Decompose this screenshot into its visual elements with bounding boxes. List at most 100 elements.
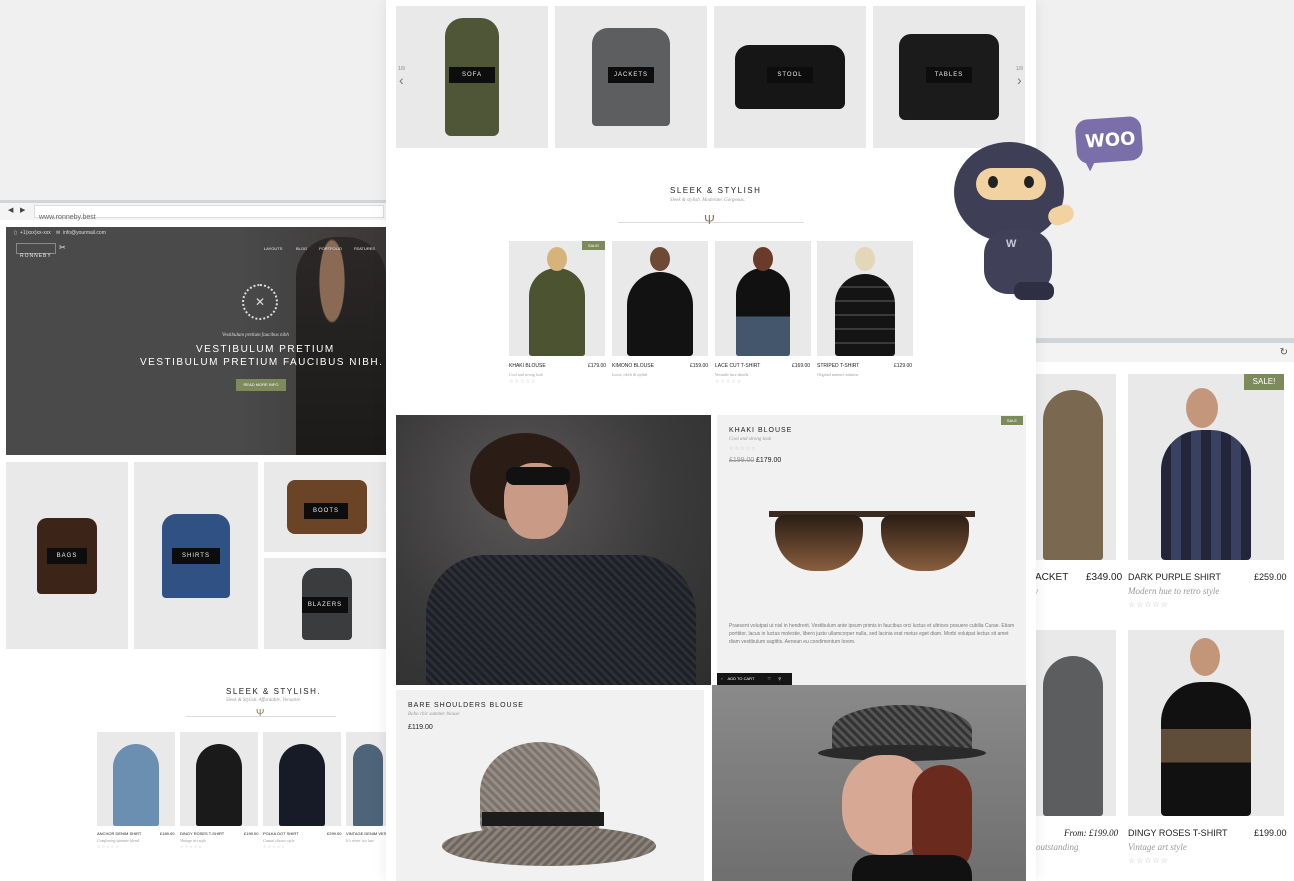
model-photo-hat (712, 685, 1026, 881)
featured-old-price: £199.00 (729, 457, 755, 464)
woo-speech-bubble: WOO (1074, 115, 1144, 172)
carousel-label[interactable]: STOOL (767, 67, 813, 83)
category-label[interactable]: SHIRTS (172, 548, 220, 564)
url-field[interactable]: www.ronneby.best (34, 205, 384, 221)
category-label[interactable]: BOOTS (304, 503, 348, 519)
category-label[interactable]: BLAZERS (302, 597, 348, 613)
product-desc: Boho chic summer blouse (408, 712, 460, 717)
product-price: £199.00 (1254, 828, 1287, 838)
email-text: info@yourmail.com (63, 230, 106, 236)
product-image-polka-dot[interactable] (263, 732, 341, 826)
rating-stars: ☆☆☆☆☆ (729, 446, 757, 452)
carousel-label[interactable]: JACKETS (608, 67, 654, 83)
product-price: £349.00 (1086, 572, 1123, 583)
left-browser-address-bar: ◀ ▶ www.ronneby.best (0, 200, 390, 221)
rating-stars: ☆☆☆☆☆ (715, 379, 743, 385)
product-image-khaki-blouse[interactable] (509, 241, 605, 356)
product-price: £199.00 (244, 831, 259, 836)
hero-section: ▯ +1(xxx)xx-xxx ✉ info@yourmail.com RONN… (6, 227, 390, 455)
right-browser-address-bar: ↻ (1030, 338, 1294, 362)
product-price: £299.00 (327, 831, 342, 836)
featured-desc: Cool and strong look (729, 437, 772, 442)
product-price: £179.00 (588, 363, 607, 369)
hero-line-2: VESTIBULUM PRETIUM FAUCIBUS NIBH. (140, 357, 384, 368)
featured-name[interactable]: KHAKI BLOUSE (729, 427, 792, 434)
nav-item-blog[interactable]: BLOG (296, 246, 307, 251)
product-price: £259.00 (1254, 572, 1287, 582)
left-browser-window: ◀ ▶ www.ronneby.best ▯ +1(xxx)xx-xxx ✉ i… (0, 200, 390, 881)
phone-icon: ▯ (14, 230, 17, 236)
carousel-label[interactable]: SOFA (449, 67, 495, 83)
deer-icon: Ψ (704, 212, 715, 227)
rating-stars: ☆☆☆☆☆ (263, 844, 286, 849)
product-desc: Cool and strong look (509, 372, 543, 377)
product-image-dingy-roses[interactable] (180, 732, 258, 826)
carousel-prev-icon[interactable]: ‹ (399, 72, 404, 88)
product-desc: Vintage art style (180, 838, 207, 843)
category-label[interactable]: BAGS (47, 548, 87, 564)
product-image-kimono-blouse[interactable] (612, 241, 708, 356)
phone-number: +1(xxx)xx-xxx (20, 230, 51, 236)
product-name[interactable]: KHAKI BLOUSE (509, 363, 546, 369)
product-name[interactable]: LACE CUT T-SHIRT (715, 363, 760, 369)
product-image-jacket[interactable] (1030, 374, 1116, 560)
nav-item-features[interactable]: FEATURES (354, 246, 375, 251)
product-image-vintage-vest[interactable] (346, 732, 390, 826)
mail-icon: ✉ (56, 230, 61, 236)
section-title: SLEEK & STYLISH. (226, 687, 322, 696)
product-desc: Vintage art style (1128, 842, 1187, 852)
featured-body: Praesent volutpat ut nisl in hendrerit. … (729, 623, 1015, 645)
reload-icon[interactable]: ↻ (1280, 347, 1288, 358)
deer-icon: Ψ (256, 708, 265, 719)
product-image-lace-cut-tshirt[interactable] (715, 241, 811, 356)
product-image-anchor-denim[interactable] (97, 732, 175, 826)
heart-icon[interactable]: ♡ (768, 676, 772, 681)
product-name[interactable]: STRIPED T-SHIRT (817, 363, 859, 369)
sale-badge: SALE! (582, 241, 605, 250)
product-price: £169.00 (792, 363, 811, 369)
forward-icon[interactable]: ▶ (20, 206, 25, 214)
nav-item-layouts[interactable]: LAYOUTS (264, 246, 282, 251)
site-logo[interactable]: RONNEBY (16, 243, 56, 259)
product-name[interactable]: DINGY ROSES T-SHIRT (1128, 828, 1228, 838)
product-name[interactable]: KIMONO BLOUSE (612, 363, 654, 369)
rating-stars: ☆☆☆☆☆ (1128, 600, 1169, 609)
hat-image (442, 742, 656, 872)
rating-stars: ☆☆☆☆☆ (1128, 856, 1169, 865)
product-name[interactable]: VINTAGE DENIM VEST (346, 831, 390, 836)
back-icon[interactable]: ◀ (8, 206, 13, 214)
product-image-striped-tshirt[interactable] (817, 241, 913, 356)
rating-stars: ☆☆☆☆☆ (97, 844, 120, 849)
product-desc: Comforting summer blend (97, 838, 139, 843)
add-to-cart-button[interactable]: ▫ ADD TO CART ♡ ⚲ (717, 673, 792, 685)
sale-badge: SALE (1001, 416, 1023, 425)
rating-stars: ☆☆☆☆☆ (180, 844, 203, 849)
product-name[interactable]: DARK PURPLE SHIRT (1128, 572, 1221, 582)
carousel-label[interactable]: TABLES (926, 67, 972, 83)
cart-icon: ▫ (721, 676, 723, 681)
product-desc: Original summer solution (817, 372, 859, 377)
product-desc: Versatile lace details (715, 372, 749, 377)
product-price: From: £199.00 (1064, 828, 1119, 838)
hero-emblem: ✕ (242, 284, 278, 320)
hero-read-more-button[interactable]: READ MORE INFO (236, 379, 286, 391)
ninja-w-icon: W (1006, 238, 1017, 250)
product-name[interactable]: POLKA DOT SHIRT (263, 831, 299, 836)
product-name[interactable]: ANCHOR DENIM SHIRT (97, 831, 141, 836)
product-image-dingy-roses[interactable] (1128, 630, 1284, 816)
product-desc: It's never too late (346, 838, 374, 843)
deer-icon: ✕ (255, 295, 266, 309)
product-price: £119.00 (408, 724, 433, 731)
sunglasses-image (769, 505, 975, 575)
product-image-grey-shirt[interactable] (1030, 630, 1116, 816)
nav-item-portfolio[interactable]: PORTFOLIO (319, 246, 342, 251)
section-subtitle: Sleek & stylish. Moderate. Gorgeous. (670, 198, 745, 203)
product-image-dark-purple-shirt[interactable] (1128, 374, 1284, 560)
ninja-mascot: W (944, 142, 1080, 308)
product-name[interactable]: DINGY ROSES T-SHIRT (180, 831, 224, 836)
carousel-next-icon[interactable]: › (1017, 72, 1022, 88)
search-icon[interactable]: ⚲ (778, 676, 781, 681)
sale-badge: SALE! (1244, 374, 1284, 390)
hero-small-text: Vestibulum pretium faucibus nibh (222, 333, 289, 338)
product-name[interactable]: BARE SHOULDERS BLOUSE (408, 702, 524, 709)
